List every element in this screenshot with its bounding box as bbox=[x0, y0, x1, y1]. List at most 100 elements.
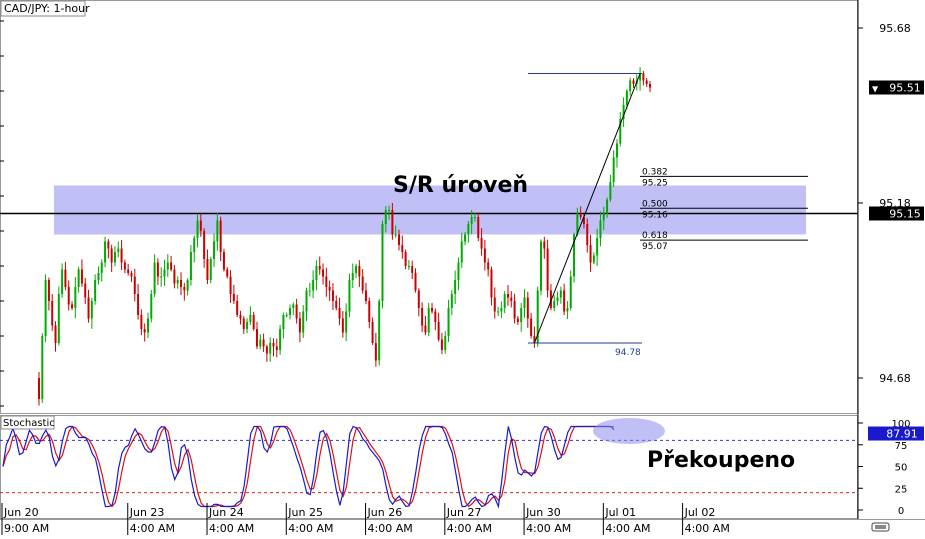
candle[interactable] bbox=[206, 249, 209, 285]
candle[interactable] bbox=[619, 112, 622, 147]
candle[interactable] bbox=[325, 267, 328, 297]
candle[interactable] bbox=[546, 239, 549, 298]
candle[interactable] bbox=[401, 235, 404, 259]
candle[interactable] bbox=[566, 301, 569, 320]
candle[interactable] bbox=[146, 312, 149, 339]
candle[interactable] bbox=[236, 294, 239, 318]
candle[interactable] bbox=[74, 277, 77, 319]
candle[interactable] bbox=[219, 216, 222, 262]
candle[interactable] bbox=[559, 286, 562, 304]
candle[interactable] bbox=[80, 259, 83, 287]
candle[interactable] bbox=[632, 78, 635, 88]
candle[interactable] bbox=[193, 235, 196, 263]
candle[interactable] bbox=[153, 254, 156, 297]
candle[interactable] bbox=[447, 299, 450, 343]
candle[interactable] bbox=[259, 334, 262, 350]
candles-group[interactable] bbox=[38, 67, 651, 406]
candle[interactable] bbox=[358, 260, 361, 287]
candle[interactable] bbox=[232, 284, 235, 305]
candle[interactable] bbox=[84, 278, 87, 305]
candle[interactable] bbox=[378, 298, 381, 366]
candle[interactable] bbox=[90, 297, 93, 329]
candle[interactable] bbox=[622, 97, 625, 127]
candle[interactable] bbox=[272, 338, 275, 357]
candle[interactable] bbox=[57, 286, 60, 346]
candle[interactable] bbox=[140, 309, 143, 336]
candle[interactable] bbox=[77, 266, 80, 293]
candle[interactable] bbox=[500, 301, 503, 319]
candle[interactable] bbox=[246, 318, 249, 334]
scroll-icon[interactable] bbox=[871, 522, 890, 532]
candle[interactable] bbox=[166, 254, 169, 277]
candle[interactable] bbox=[520, 302, 523, 332]
candle[interactable] bbox=[213, 233, 216, 267]
candle[interactable] bbox=[302, 305, 305, 338]
candle[interactable] bbox=[180, 272, 183, 296]
candle[interactable] bbox=[510, 291, 513, 308]
candle[interactable] bbox=[629, 77, 632, 96]
candle[interactable] bbox=[71, 301, 74, 311]
candle[interactable] bbox=[292, 302, 295, 316]
candle[interactable] bbox=[540, 239, 543, 296]
candle[interactable] bbox=[269, 337, 272, 362]
candle[interactable] bbox=[186, 278, 189, 296]
candle[interactable] bbox=[513, 293, 516, 324]
candle[interactable] bbox=[176, 276, 179, 289]
candle[interactable] bbox=[368, 297, 371, 329]
candle[interactable] bbox=[44, 274, 47, 343]
candle[interactable] bbox=[163, 259, 166, 286]
candle[interactable] bbox=[249, 306, 252, 325]
candle[interactable] bbox=[67, 280, 70, 311]
candle[interactable] bbox=[47, 277, 50, 311]
candle[interactable] bbox=[282, 312, 285, 339]
candle[interactable] bbox=[113, 246, 116, 267]
candle[interactable] bbox=[516, 315, 519, 325]
candle[interactable] bbox=[543, 236, 546, 259]
candle[interactable] bbox=[265, 344, 268, 362]
candle[interactable] bbox=[183, 282, 186, 301]
candle[interactable] bbox=[222, 248, 225, 272]
candle[interactable] bbox=[170, 255, 173, 272]
candle[interactable] bbox=[275, 338, 278, 358]
candle[interactable] bbox=[374, 332, 377, 367]
candle[interactable] bbox=[549, 284, 552, 311]
candle[interactable] bbox=[457, 257, 460, 291]
candle[interactable] bbox=[639, 67, 642, 91]
candle[interactable] bbox=[493, 287, 496, 319]
candle[interactable] bbox=[450, 290, 453, 316]
candle[interactable] bbox=[361, 268, 364, 294]
candle[interactable] bbox=[530, 312, 533, 339]
candle[interactable] bbox=[328, 280, 331, 301]
candle[interactable] bbox=[285, 312, 288, 318]
candle[interactable] bbox=[209, 257, 212, 284]
candle[interactable] bbox=[312, 270, 315, 299]
candle[interactable] bbox=[335, 295, 338, 311]
candle[interactable] bbox=[133, 268, 136, 302]
candle[interactable] bbox=[553, 295, 556, 312]
candle[interactable] bbox=[143, 323, 146, 342]
candle[interactable] bbox=[364, 282, 367, 305]
candle[interactable] bbox=[569, 270, 572, 311]
candle[interactable] bbox=[107, 239, 110, 259]
candle[interactable] bbox=[411, 260, 414, 280]
candle[interactable] bbox=[556, 291, 559, 306]
candle[interactable] bbox=[100, 259, 103, 282]
candle[interactable] bbox=[160, 267, 163, 287]
candle[interactable] bbox=[51, 294, 54, 331]
candle[interactable] bbox=[351, 263, 354, 289]
candle[interactable] bbox=[322, 263, 325, 285]
candle[interactable] bbox=[483, 239, 486, 271]
candle[interactable] bbox=[440, 333, 443, 355]
candle[interactable] bbox=[41, 333, 44, 403]
candle[interactable] bbox=[331, 283, 334, 311]
candle[interactable] bbox=[341, 311, 344, 338]
candle[interactable] bbox=[123, 259, 126, 274]
candle[interactable] bbox=[54, 321, 57, 352]
candle[interactable] bbox=[203, 228, 206, 268]
candle[interactable] bbox=[497, 306, 500, 317]
candle[interactable] bbox=[523, 289, 526, 318]
candle[interactable] bbox=[414, 268, 417, 293]
candle[interactable] bbox=[355, 263, 358, 278]
candle[interactable] bbox=[255, 321, 258, 350]
candle[interactable] bbox=[38, 371, 40, 406]
